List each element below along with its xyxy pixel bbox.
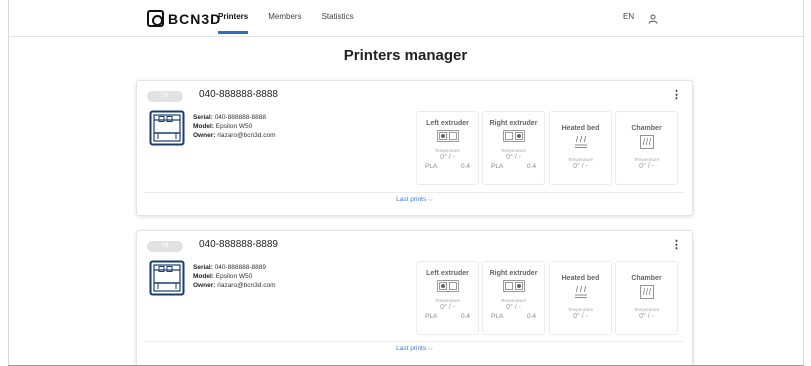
model-label: Model: <box>193 123 214 130</box>
serial-label: Serial: <box>193 264 213 271</box>
printer-card: Off 040-888888-8888 ⋮ Serial: 040-888888… <box>136 80 693 216</box>
chamber-panel: Chamber Temperature 0° / - <box>615 261 678 335</box>
printer-card: Off 040-888888-8889 ⋮ Serial: 040-888888… <box>136 230 693 366</box>
chamber-icon <box>616 135 677 154</box>
sensor-title: Chamber <box>631 125 662 132</box>
divider <box>145 341 684 342</box>
left-extruder-panel: Left extruder Temperature 0° / - PLA 0.4 <box>416 261 479 335</box>
heated-bed-icon <box>550 135 611 154</box>
main-nav: Printers Members Statistics <box>218 0 374 34</box>
sensor-title: Right extruder <box>489 270 538 277</box>
owner-value: rlazaro@bcn3d.com <box>217 282 276 289</box>
serial-value: 040-888888-8889 <box>214 264 267 271</box>
status-badge: Off <box>147 241 183 252</box>
nozzle-value: 0.4 <box>526 163 536 170</box>
temperature-label: Temperature <box>434 148 461 153</box>
user-icon[interactable] <box>648 11 658 29</box>
temperature-label: Temperature <box>567 157 594 162</box>
material-value: PLA <box>425 313 438 320</box>
printer-icon <box>149 260 185 301</box>
model-value: Epsilon W50 <box>215 123 253 130</box>
printer-info: Serial: 040-888888-8889 Model: Epsilon W… <box>193 263 275 290</box>
last-prints-toggle[interactable]: Last prints ⌵ <box>137 188 692 206</box>
printer-title[interactable]: 040-888888-8889 <box>199 239 278 250</box>
more-options-icon[interactable]: ⋮ <box>671 88 682 101</box>
temperature-value: 0° / - <box>506 304 521 311</box>
extruder-right-icon <box>502 280 525 292</box>
material-value: PLA <box>491 163 504 170</box>
serial-value: 040-888888-8888 <box>214 114 267 121</box>
chamber-panel: Chamber Temperature 0° / - <box>615 111 678 185</box>
last-prints-toggle[interactable]: Last prints ⌵ <box>137 337 692 355</box>
extruder-right-icon <box>502 130 525 142</box>
temperature-label: Temperature <box>434 298 461 303</box>
nav-statistics[interactable]: Statistics <box>322 0 354 34</box>
sensor-title: Heated bed <box>561 275 600 282</box>
last-prints-text: Last prints <box>396 345 427 352</box>
model-label: Model: <box>193 273 214 280</box>
temperature-value: 0° / - <box>440 154 455 161</box>
temperature-value: 0° / - <box>573 163 588 170</box>
page-title: Printers manager <box>343 47 468 64</box>
temperature-label: Temperature <box>633 307 660 312</box>
left-extruder-panel: Left extruder Temperature 0° / - PLA 0.4 <box>416 111 479 185</box>
chamber-icon <box>616 285 677 304</box>
right-extruder-panel: Right extruder Temperature 0° / - PLA 0.4 <box>482 111 545 185</box>
temperature-value: 0° / - <box>639 163 654 170</box>
printer-info: Serial: 040-888888-8888 Model: Epsilon W… <box>193 113 275 140</box>
material-value: PLA <box>425 163 438 170</box>
last-prints-label[interactable]: Last prints ⌵ <box>390 345 439 353</box>
last-prints-label[interactable]: Last prints ⌵ <box>390 196 439 204</box>
nav-members[interactable]: Members <box>268 0 301 34</box>
heated-bed-panel: Heated bed Temperature 0° / - <box>549 261 612 335</box>
nozzle-value: 0.4 <box>460 163 470 170</box>
nozzle-value: 0.4 <box>526 313 536 320</box>
language-selector[interactable]: EN <box>623 12 634 21</box>
nozzle-value: 0.4 <box>460 313 470 320</box>
extruder-left-icon <box>436 280 459 292</box>
logo-mark-icon <box>147 10 164 27</box>
printer-title[interactable]: 040-888888-8888 <box>199 89 278 100</box>
sensor-title: Chamber <box>631 275 662 282</box>
temperature-label: Temperature <box>633 157 660 162</box>
bcn3d-logo[interactable]: BCN3D <box>147 10 221 27</box>
temperature-value: 0° / - <box>440 304 455 311</box>
right-extruder-panel: Right extruder Temperature 0° / - PLA 0.4 <box>482 261 545 335</box>
logo-text: BCN3D <box>168 10 222 27</box>
temperature-label: Temperature <box>500 298 527 303</box>
divider <box>145 192 684 193</box>
temperature-label: Temperature <box>567 307 594 312</box>
owner-value: rlazaro@bcn3d.com <box>217 132 276 139</box>
temperature-value: 0° / - <box>639 313 654 320</box>
chevron-down-icon: ⌵ <box>427 345 433 352</box>
nav-printers[interactable]: Printers <box>218 0 249 34</box>
heated-bed-icon <box>550 285 611 304</box>
temperature-value: 0° / - <box>573 313 588 320</box>
extruder-left-icon <box>436 130 459 142</box>
status-badge: Off <box>147 91 183 102</box>
sensor-title: Heated bed <box>561 125 600 132</box>
last-prints-text: Last prints <box>396 196 427 203</box>
temperature-label: Temperature <box>500 148 527 153</box>
printer-icon <box>149 110 185 151</box>
owner-label: Owner: <box>193 132 216 139</box>
sensor-title: Left extruder <box>426 270 469 277</box>
sensor-title: Left extruder <box>426 120 469 127</box>
temperature-value: 0° / - <box>506 154 521 161</box>
top-navbar: BCN3D Printers Members Statistics EN <box>9 0 803 37</box>
sensor-title: Right extruder <box>489 120 538 127</box>
heated-bed-panel: Heated bed Temperature 0° / - <box>549 111 612 185</box>
chevron-down-icon: ⌵ <box>427 196 433 203</box>
material-value: PLA <box>491 313 504 320</box>
owner-label: Owner: <box>193 282 216 289</box>
model-value: Epsilon W50 <box>215 273 253 280</box>
more-options-icon[interactable]: ⋮ <box>671 238 682 251</box>
serial-label: Serial: <box>193 114 213 121</box>
